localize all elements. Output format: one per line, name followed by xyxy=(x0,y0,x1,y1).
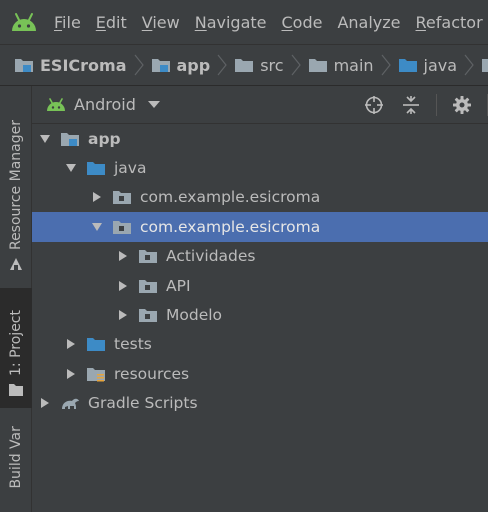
chevron-right-icon[interactable] xyxy=(66,339,76,350)
gear-icon xyxy=(453,96,471,114)
settings-button[interactable] xyxy=(450,93,474,117)
locate-file-button[interactable] xyxy=(362,93,386,117)
project-panel-header: Android xyxy=(32,86,488,124)
breadcrumb-main[interactable]: main xyxy=(308,56,374,75)
test-folder-icon xyxy=(87,338,105,352)
chevron-down-icon xyxy=(147,100,160,108)
project-tab-label: 1: Project xyxy=(8,310,24,376)
tree-row-label: Gradle Scripts xyxy=(88,394,198,413)
menu-code[interactable]: Code xyxy=(282,13,323,32)
resource-manager-tab-label: Resource Manager xyxy=(8,119,24,250)
tree-row-label: app xyxy=(88,129,121,148)
android-icon xyxy=(47,97,65,111)
build-variants-tab[interactable]: Build Variants xyxy=(0,426,32,512)
android-logo-icon xyxy=(12,13,36,31)
tree-row-selected[interactable]: com.example.esicroma xyxy=(32,212,488,242)
breadcrumb-project[interactable]: ESICroma xyxy=(14,56,127,75)
package-icon xyxy=(482,59,488,72)
folder-icon xyxy=(308,59,327,72)
breadcrumb-package[interactable]: co xyxy=(481,56,488,75)
resource-manager-icon xyxy=(10,258,22,270)
folder-icon xyxy=(9,384,23,396)
collapse-all-button[interactable] xyxy=(399,93,423,117)
tree-row[interactable]: tests xyxy=(32,330,488,359)
menu-refactor[interactable]: Refactor xyxy=(416,13,483,32)
tree-row-label: resources xyxy=(114,364,190,383)
chevron-right-icon[interactable] xyxy=(40,398,50,409)
gradle-icon xyxy=(62,398,79,410)
module-icon xyxy=(61,132,79,146)
tree-row-label: API xyxy=(166,276,191,295)
breadcrumb-separator-icon xyxy=(464,54,474,76)
menu-edit[interactable]: Edit xyxy=(96,13,127,32)
project-tool-window: Android app java com.example.esicroma co… xyxy=(32,86,488,512)
project-view-selector[interactable]: Android xyxy=(46,95,160,114)
package-icon xyxy=(139,250,157,264)
tree-row-label: Modelo xyxy=(166,306,223,325)
toolbar-divider xyxy=(436,94,437,116)
tree-row-label: Actividades xyxy=(166,247,256,266)
source-folder-icon xyxy=(398,59,417,72)
package-icon xyxy=(139,279,157,293)
module-icon xyxy=(151,59,170,72)
menu-view[interactable]: View xyxy=(142,13,180,32)
build-variants-tab-label: Build Variants xyxy=(8,426,24,489)
chevron-down-icon[interactable] xyxy=(92,222,102,232)
breadcrumb-separator-icon xyxy=(291,54,301,76)
tree-row[interactable]: Gradle Scripts xyxy=(32,389,488,418)
tree-row[interactable]: Actividades xyxy=(32,242,488,271)
breadcrumb-separator-icon xyxy=(217,54,227,76)
left-tool-window-strip: Resource Manager 1: Project Build Varian… xyxy=(0,86,32,512)
breadcrumb-separator-icon xyxy=(381,54,391,76)
chevron-down-icon[interactable] xyxy=(66,163,76,173)
chevron-down-icon[interactable] xyxy=(40,134,50,144)
breadcrumb-src[interactable]: src xyxy=(234,56,284,75)
project-folder-icon xyxy=(15,59,33,72)
folder-icon xyxy=(235,59,254,72)
package-icon xyxy=(113,191,131,205)
source-folder-icon xyxy=(87,162,105,176)
menu-analyze[interactable]: Analyze xyxy=(337,13,400,32)
navigation-breadcrumb: ESICroma app src main java co xyxy=(0,44,488,86)
chevron-right-icon[interactable] xyxy=(118,251,128,262)
crosshair-icon xyxy=(365,96,383,114)
tree-row-label: java xyxy=(114,159,147,178)
menu-file[interactable]: File xyxy=(54,13,81,32)
resource-manager-tab[interactable]: Resource Manager xyxy=(0,96,32,272)
tree-row[interactable]: API xyxy=(32,271,488,300)
tree-row[interactable]: java xyxy=(32,153,488,182)
breadcrumb-java[interactable]: java xyxy=(398,56,457,75)
collapse-all-icon xyxy=(403,96,419,114)
chevron-right-icon[interactable] xyxy=(118,280,128,291)
tree-row[interactable]: Modelo xyxy=(32,300,488,329)
breadcrumb-separator-icon xyxy=(134,54,144,76)
tree-row-label: com.example.esicroma xyxy=(140,188,321,207)
chevron-right-icon[interactable] xyxy=(92,192,102,203)
main-menu-bar: File Edit View Navigate Code Analyze Ref… xyxy=(0,0,488,44)
chevron-right-icon[interactable] xyxy=(66,368,76,379)
tree-row[interactable]: app xyxy=(32,124,488,153)
chevron-right-icon[interactable] xyxy=(118,310,128,321)
package-icon xyxy=(139,309,157,323)
project-tree: app java com.example.esicroma com.example.e… xyxy=(32,124,488,418)
tree-row[interactable]: resources xyxy=(32,359,488,388)
project-view-selector-label: Android xyxy=(74,95,136,114)
project-tab[interactable]: 1: Project xyxy=(0,288,32,408)
tree-row-label: tests xyxy=(114,335,152,354)
menu-navigate[interactable]: Navigate xyxy=(195,13,267,32)
breadcrumb-app[interactable]: app xyxy=(151,56,210,75)
tree-row-label: com.example.esicroma xyxy=(140,217,321,236)
resources-folder-icon xyxy=(87,367,105,382)
tree-row[interactable]: com.example.esicroma xyxy=(32,183,488,212)
package-icon xyxy=(113,220,131,234)
